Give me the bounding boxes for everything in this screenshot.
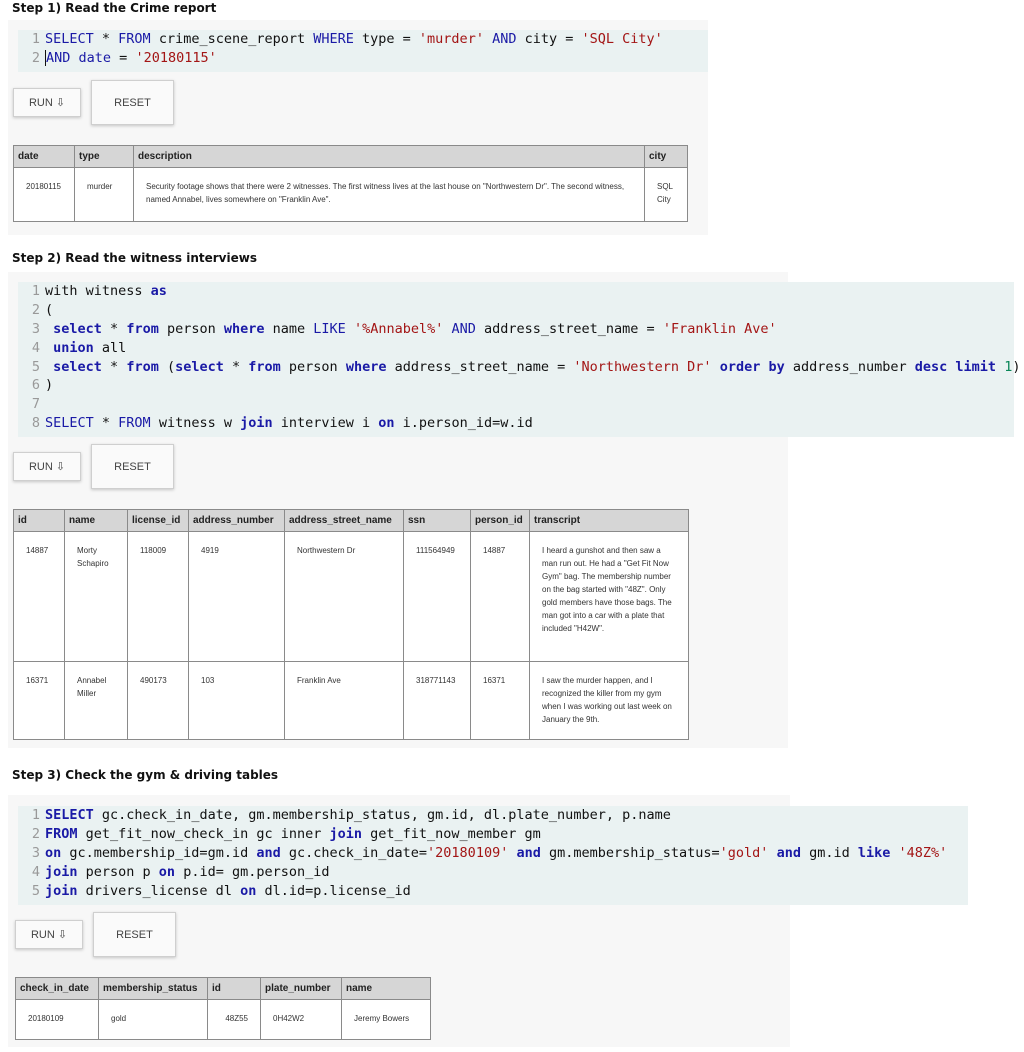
step3-reset-button[interactable]: RESET (93, 912, 176, 957)
step1-result-table: date type description city 20180115 murd… (13, 145, 688, 222)
step1-sql-editor[interactable]: 1 SELECT * FROM crime_scene_report WHERE … (18, 30, 708, 72)
table-cell: Franklin Ave (284, 661, 404, 740)
column-header: city (644, 145, 688, 168)
table-cell: gold (98, 999, 208, 1040)
table-cell: 16371 (470, 661, 530, 740)
step3-sql-editor[interactable]: 1 SELECT gc.check_in_date, gm.membership_… (18, 806, 968, 905)
table-cell: I saw the murder happen, and I recognize… (529, 661, 689, 740)
column-header: person_id (470, 509, 530, 532)
table-cell: 4919 (188, 531, 285, 662)
column-header: check_in_date (15, 977, 99, 1000)
table-cell: 318771143 (403, 661, 471, 740)
column-header: type (74, 145, 134, 168)
table-cell: 111564949 (403, 531, 471, 662)
table-cell: SQL City (644, 167, 688, 222)
table-cell: murder (74, 167, 134, 222)
table-cell: Northwestern Dr (284, 531, 404, 662)
step2-run-button[interactable]: RUN ⇩ (13, 452, 81, 481)
column-header: name (341, 977, 431, 1000)
table-cell: Annabel Miller (64, 661, 128, 740)
table-row: 20180115 murder Security footage shows t… (13, 167, 688, 222)
table-cell: I heard a gunshot and then saw a man run… (529, 531, 689, 662)
column-header: address_number (188, 509, 285, 532)
table-cell: 118009 (127, 531, 189, 662)
step2-title: Step 2) Read the witness interviews (12, 251, 257, 265)
table-cell: 490173 (127, 661, 189, 740)
column-header: license_id (127, 509, 189, 532)
step3-result-table: check_in_date membership_status id plate… (15, 977, 431, 1040)
column-header: id (207, 977, 261, 1000)
table-cell: Morty Schapiro (64, 531, 128, 662)
step1-reset-button[interactable]: RESET (91, 80, 174, 125)
table-cell: 14887 (13, 531, 65, 662)
step2-result-table: id name license_id address_number addres… (13, 509, 689, 740)
step2-reset-button[interactable]: RESET (91, 444, 174, 489)
step3-title: Step 3) Check the gym & driving tables (12, 768, 279, 782)
table-cell: Jeremy Bowers (341, 999, 431, 1040)
column-header: name (64, 509, 128, 532)
table-row: 20180109 gold 48Z55 0H42W2 Jeremy Bowers (15, 999, 431, 1040)
column-header: membership_status (98, 977, 208, 1000)
table-cell: 16371 (13, 661, 65, 740)
column-header: date (13, 145, 75, 168)
table-row: 16371 Annabel Miller 490173 103 Franklin… (13, 661, 689, 740)
table-cell: 48Z55 (207, 999, 261, 1040)
table-cell: 20180115 (13, 167, 75, 222)
column-header: description (133, 145, 645, 168)
step2-sql-editor[interactable]: 1 with witness as 2( 3 select * from pers… (18, 282, 1020, 437)
step1-run-button[interactable]: RUN ⇩ (13, 88, 81, 117)
column-header: address_street_name (284, 509, 404, 532)
column-header: plate_number (260, 977, 342, 1000)
table-cell: 20180109 (15, 999, 99, 1040)
table-cell: 103 (188, 661, 285, 740)
table-cell: 0H42W2 (260, 999, 342, 1040)
column-header: ssn (403, 509, 471, 532)
step3-run-button[interactable]: RUN ⇩ (15, 920, 83, 949)
table-cell: Security footage shows that there were 2… (133, 167, 645, 222)
step1-title: Step 1) Read the Crime report (12, 1, 217, 15)
column-header: transcript (529, 509, 689, 532)
column-header: id (13, 509, 65, 532)
table-cell: 14887 (470, 531, 530, 662)
table-row: 14887 Morty Schapiro 118009 4919 Northwe… (13, 531, 689, 662)
